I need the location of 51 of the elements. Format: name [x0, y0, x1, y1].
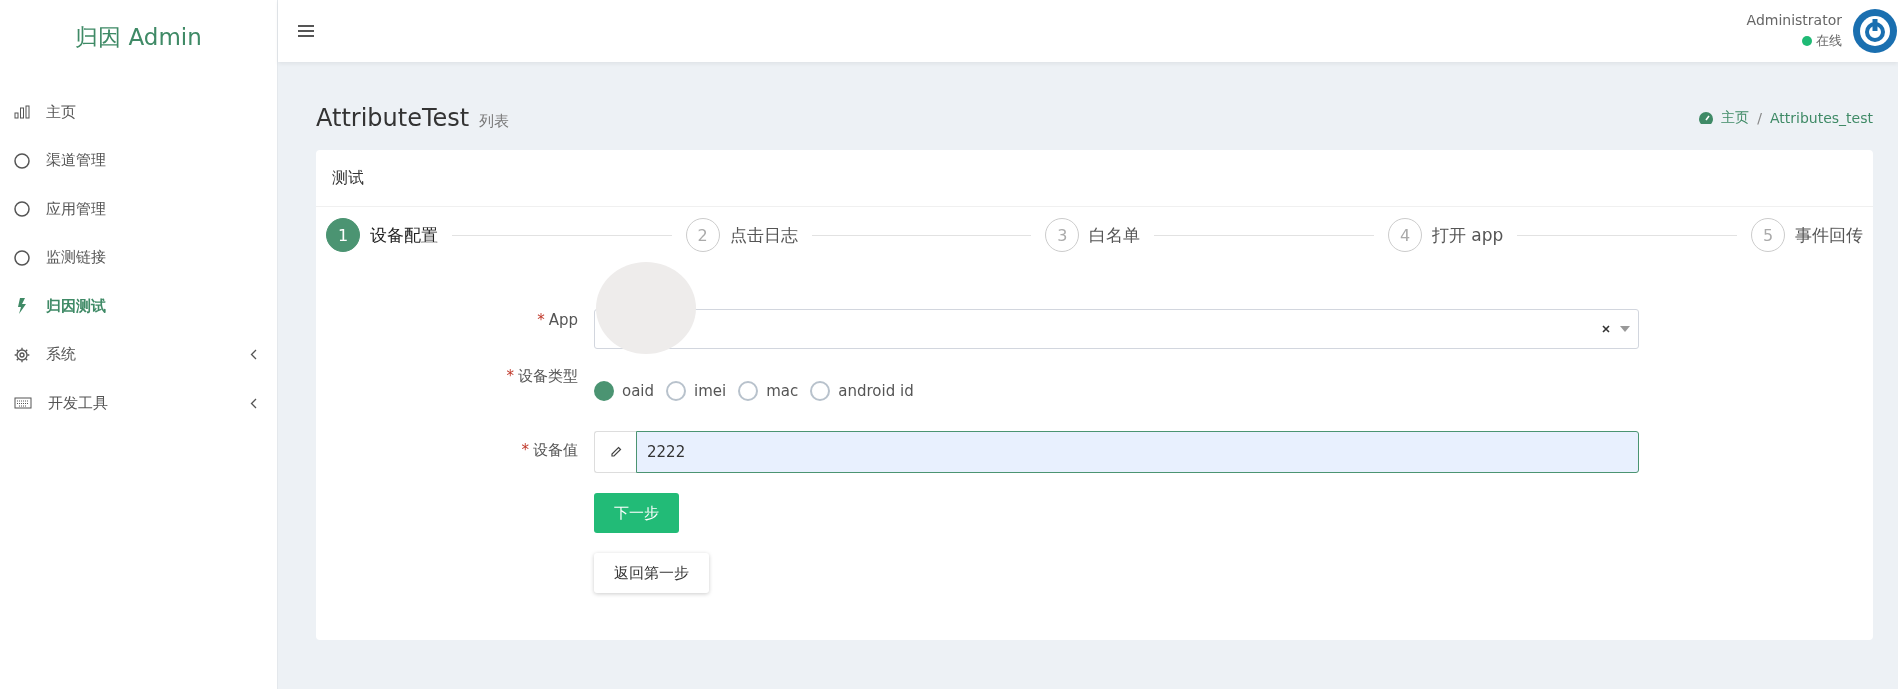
card-title: 测试: [332, 167, 364, 189]
device-value-input[interactable]: 2222: [636, 431, 1639, 473]
field-label: App: [548, 311, 578, 329]
step-number: 4: [1387, 218, 1422, 252]
breadcrumb-link[interactable]: Attributes_test: [1770, 110, 1873, 126]
step-label: 白名单: [1089, 223, 1141, 247]
sidebar-item[interactable]: 监测链接: [0, 233, 277, 282]
back-button[interactable]: 返回第一步: [594, 553, 709, 593]
status-text: 在线: [1816, 32, 1842, 50]
required-mark: *: [537, 311, 545, 329]
step-number: 5: [1751, 218, 1786, 252]
clear-icon[interactable]: [1602, 325, 1610, 333]
keyboard-icon: [14, 396, 32, 411]
step-number: 3: [1045, 218, 1080, 252]
sidebar-item[interactable]: 主页: [0, 88, 277, 137]
field-label: 设备值: [533, 441, 578, 459]
radio-option[interactable]: mac: [738, 381, 799, 401]
avatar-power-icon[interactable]: [1852, 8, 1898, 54]
step-number: 2: [685, 218, 720, 252]
page-subtitle: 列表: [479, 112, 510, 131]
user-name: Administrator: [1746, 12, 1842, 28]
step-label: 打开 app: [1431, 223, 1504, 247]
radio-option[interactable]: android id: [810, 381, 914, 401]
circle-icon: [14, 201, 30, 218]
menu-icon[interactable]: [298, 24, 314, 38]
sidebar-item[interactable]: 开发工具: [0, 379, 277, 428]
required-mark: *: [506, 367, 514, 385]
breadcrumb-separator: /: [1757, 110, 1762, 126]
dropdown-caret-icon[interactable]: [1620, 326, 1630, 332]
sidebar-item[interactable]: 渠道管理: [0, 136, 277, 185]
field-label: 设备类型: [518, 367, 578, 385]
bar-chart-icon: [14, 105, 30, 120]
app-logo: 归因 Admin: [74, 22, 203, 52]
radio-option[interactable]: oaid: [594, 381, 655, 401]
status-dot: [1802, 36, 1812, 46]
step-label: 事件回传: [1795, 223, 1864, 247]
step-label: 设备配置: [370, 223, 438, 247]
required-mark: *: [521, 441, 529, 459]
circle-icon: [14, 152, 30, 169]
step-label: 点击日志: [729, 223, 798, 247]
radio-option[interactable]: imei: [666, 381, 727, 401]
pencil-icon: [609, 446, 622, 458]
page-title: AttributeTest: [316, 104, 470, 132]
breadcrumb-link[interactable]: 主页: [1721, 109, 1750, 127]
sidebar-item[interactable]: 应用管理: [0, 185, 277, 234]
circle-icon: [14, 249, 30, 266]
dashboard-icon: [1699, 112, 1714, 124]
step-number: 1: [326, 218, 360, 252]
gear-icon: [14, 346, 30, 363]
sidebar-item[interactable]: 归因测试: [0, 282, 277, 331]
sidebar-item[interactable]: 系统: [0, 330, 277, 379]
